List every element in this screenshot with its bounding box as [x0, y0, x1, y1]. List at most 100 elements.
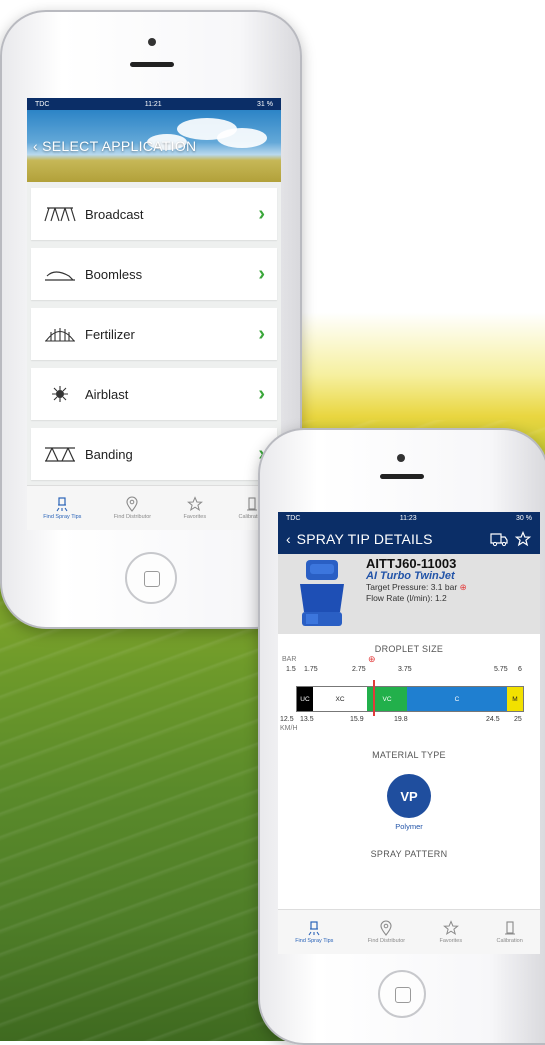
application-label: Airblast [85, 386, 129, 402]
kmh-tick: 24.5 [486, 716, 500, 723]
tab-label: Find Spray Tips [295, 938, 334, 944]
flow-rate: Flow Rate (l/min): 1.2 [366, 593, 447, 603]
battery-label: 30 % [516, 514, 532, 522]
truck-icon[interactable] [490, 531, 508, 547]
tab-find-spray-tips[interactable]: Find Spray Tips [295, 920, 333, 944]
bar-tick: 2.75 [352, 666, 366, 673]
bar-tick: 1.75 [304, 666, 318, 673]
boomless-icon [45, 271, 75, 281]
clock-label: 11:23 [399, 514, 417, 522]
back-icon[interactable]: ‹ [33, 138, 42, 154]
material-badge: VP [387, 774, 431, 818]
star-icon [186, 496, 203, 512]
kmh-tick: 12.5 [280, 716, 294, 723]
page-title-text: SELECT APPLICATION [42, 138, 197, 154]
screen-spray-tip-details: TDC 11:23 30 % ‹ SPRAY TIP DETAILS AITTJ [278, 512, 540, 954]
spray-tip-icon [308, 921, 320, 936]
kmh-tick: 15.9 [350, 716, 364, 723]
tab-favorites[interactable]: Favorites [439, 920, 462, 944]
bar-tick: 6 [518, 666, 522, 673]
application-label: Fertilizer [85, 326, 135, 342]
page-title: SPRAY TIP DETAILS [296, 531, 433, 547]
page-title: ‹ SELECT APPLICATION [33, 138, 196, 154]
chevron-right-icon: › [258, 202, 265, 225]
material-type-title: MATERIAL TYPE [372, 750, 446, 760]
chevron-right-icon: › [258, 382, 265, 405]
application-label: Banding [85, 446, 133, 462]
segment-m: M [507, 687, 523, 711]
material-label: Polymer [395, 822, 423, 831]
kmh-tick: 25 [514, 716, 522, 723]
home-button[interactable] [125, 552, 177, 604]
droplet-size-title: DROPLET SIZE [374, 644, 444, 654]
kmh-tick: 19.8 [394, 716, 408, 723]
front-camera [148, 38, 156, 46]
product-name: AI Turbo TwinJet [366, 570, 455, 582]
tab-label: Find Spray Tips [43, 514, 82, 520]
segment-c: C [407, 687, 507, 711]
broadcast-icon [44, 207, 76, 222]
tab-bar: Find Spray Tips Find Distributor Favorit… [27, 485, 281, 530]
product-info: AITTJ60-11003 AI Turbo TwinJet Target Pr… [366, 554, 467, 634]
tab-calibration[interactable]: Calibration [497, 920, 523, 944]
star-icon[interactable] [514, 531, 532, 547]
tab-find-spray-tips[interactable]: Find Spray Tips [43, 496, 81, 520]
application-label: Boomless [85, 266, 143, 282]
star-icon [442, 920, 459, 936]
target-marker-icon: ⊕ [368, 654, 376, 664]
tab-label: Find Distributor [113, 514, 152, 520]
carrier-label: TDC [35, 100, 50, 108]
application-item-fertilizer[interactable]: Fertilizer › [31, 308, 277, 360]
application-item-boomless[interactable]: Boomless › [31, 248, 277, 300]
application-item-airblast[interactable]: Airblast › [31, 368, 277, 420]
product-code: AITTJ60-11003 [366, 556, 457, 571]
back-icon[interactable]: ‹ [286, 531, 291, 547]
carrier-label: TDC [286, 514, 301, 522]
clock-label: 11:21 [144, 100, 162, 108]
tab-bar: Find Spray Tips Find Distributor Favorit… [278, 909, 540, 954]
application-label: Broadcast [85, 206, 144, 222]
tab-label: Favorites [439, 938, 463, 944]
bar-tick: 5.75 [494, 666, 508, 673]
spray-tip-image [278, 554, 366, 634]
status-bar: TDC 11:23 30 % [278, 512, 540, 524]
airblast-icon [52, 386, 68, 402]
tab-find-distributor[interactable]: Find Distributor [368, 920, 405, 944]
nav-bar: ‹ SPRAY TIP DETAILS [278, 524, 540, 554]
home-button[interactable] [378, 970, 426, 1018]
kmh-tick: 13.5 [300, 716, 314, 723]
product-summary: AITTJ60-11003 AI Turbo TwinJet Target Pr… [278, 554, 540, 634]
spray-pattern-title: SPRAY PATTERN [370, 849, 448, 859]
application-item-broadcast[interactable]: Broadcast › [31, 188, 277, 240]
battery-label: 31 % [257, 100, 273, 108]
fertilizer-icon [45, 328, 75, 342]
screen-select-application: TDC 11:21 31 % ‹ SELECT APPLICATION Broa… [27, 98, 281, 530]
status-bar: TDC 11:21 31 % [27, 98, 281, 110]
kmh-unit: KM/H [280, 725, 298, 732]
tab-find-distributor[interactable]: Find Distributor [114, 496, 151, 520]
front-camera [397, 454, 405, 462]
spray-tip-icon [56, 497, 68, 512]
chevron-right-icon: › [258, 322, 265, 345]
phone-select-application: TDC 11:21 31 % ‹ SELECT APPLICATION Broa… [0, 10, 302, 629]
phone-spray-tip-details: TDC 11:23 30 % ‹ SPRAY TIP DETAILS AITTJ [258, 428, 545, 1045]
tab-favorites[interactable]: Favorites [183, 496, 206, 520]
bar-tick: 3.75 [398, 666, 412, 673]
chevron-right-icon: › [258, 262, 265, 285]
banding-icon [45, 447, 75, 462]
segment-xc: XC [313, 687, 367, 711]
location-pin-icon [380, 920, 392, 936]
calibration-icon [504, 921, 515, 935]
application-item-banding[interactable]: Banding › [31, 428, 277, 480]
tab-label: Calibration [496, 938, 523, 944]
target-icon: ⊕ [459, 582, 467, 592]
header-hero: ‹ SELECT APPLICATION [27, 110, 281, 182]
tab-label: Favorites [183, 514, 207, 520]
segment-uc: UC [297, 687, 313, 711]
bar-unit: BAR [282, 656, 297, 663]
application-list: Broadcast › Boomless › Fertilizer › Airb… [27, 182, 281, 480]
target-pressure: Target Pressure: 3.1 bar ⊕ [366, 582, 467, 593]
speaker-grille [380, 474, 424, 479]
target-line [373, 680, 375, 716]
tab-label: Find Distributor [367, 938, 406, 944]
